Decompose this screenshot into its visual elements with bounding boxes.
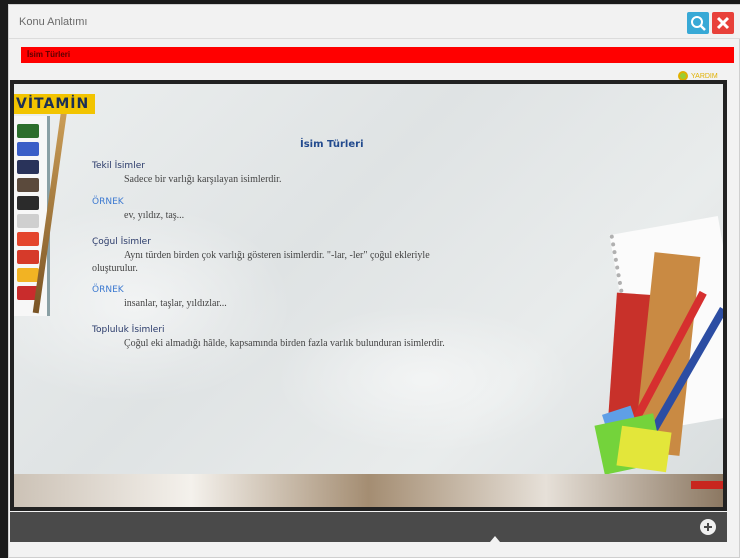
section-text: Çoğul eki almadığı hâlde, kapsamında bir… [124, 338, 445, 349]
help-link-label: YARDIM [691, 72, 718, 80]
plus-circle-icon [704, 523, 712, 531]
topic-banner: İsim Türleri [21, 47, 734, 63]
lesson-title: İsim Türleri [300, 139, 364, 150]
section-heading: Topluluk İsimleri [92, 325, 165, 335]
plus-circle-button[interactable] [700, 519, 716, 535]
topic-banner-label: İsim Türleri [27, 50, 71, 59]
zoom-button[interactable] [687, 12, 709, 34]
up-arrow-icon[interactable] [490, 536, 500, 542]
section-text: Sadece bir varlığı karşılayan isimlerdir… [124, 174, 282, 185]
desk-strip-image [14, 474, 723, 507]
example-text: ev, yıldız, taş... [124, 210, 185, 221]
close-button[interactable] [712, 12, 734, 34]
player-controls [10, 512, 727, 542]
lesson-stage: VİTAMİN İsim Türleri Tekil İsimler Sadec… [14, 84, 723, 507]
window-titlebar: Konu Anlatımı [9, 5, 740, 39]
sticky-note-image [616, 425, 672, 473]
zoom-in-icon [691, 16, 706, 31]
background-texture [274, 304, 574, 454]
example-label: ÖRNEK [92, 285, 124, 295]
section-heading: Çoğul İsimler [92, 237, 151, 247]
window-title: Konu Anlatımı [19, 16, 88, 28]
section-heading: Tekil İsimler [92, 161, 145, 171]
paint-palette-image [14, 116, 50, 316]
corner-tag [691, 481, 723, 489]
brand-logo: VİTAMİN [14, 94, 96, 114]
example-label: ÖRNEK [92, 197, 124, 207]
content-frame: VİTAMİN İsim Türleri Tekil İsimler Sadec… [10, 80, 727, 511]
section-text: oluşturulur. [92, 263, 138, 274]
close-icon [716, 16, 730, 30]
example-text: insanlar, taşlar, yıldızlar... [124, 298, 227, 309]
section-text: Aynı türden birden çok varlığı gösteren … [124, 250, 430, 261]
